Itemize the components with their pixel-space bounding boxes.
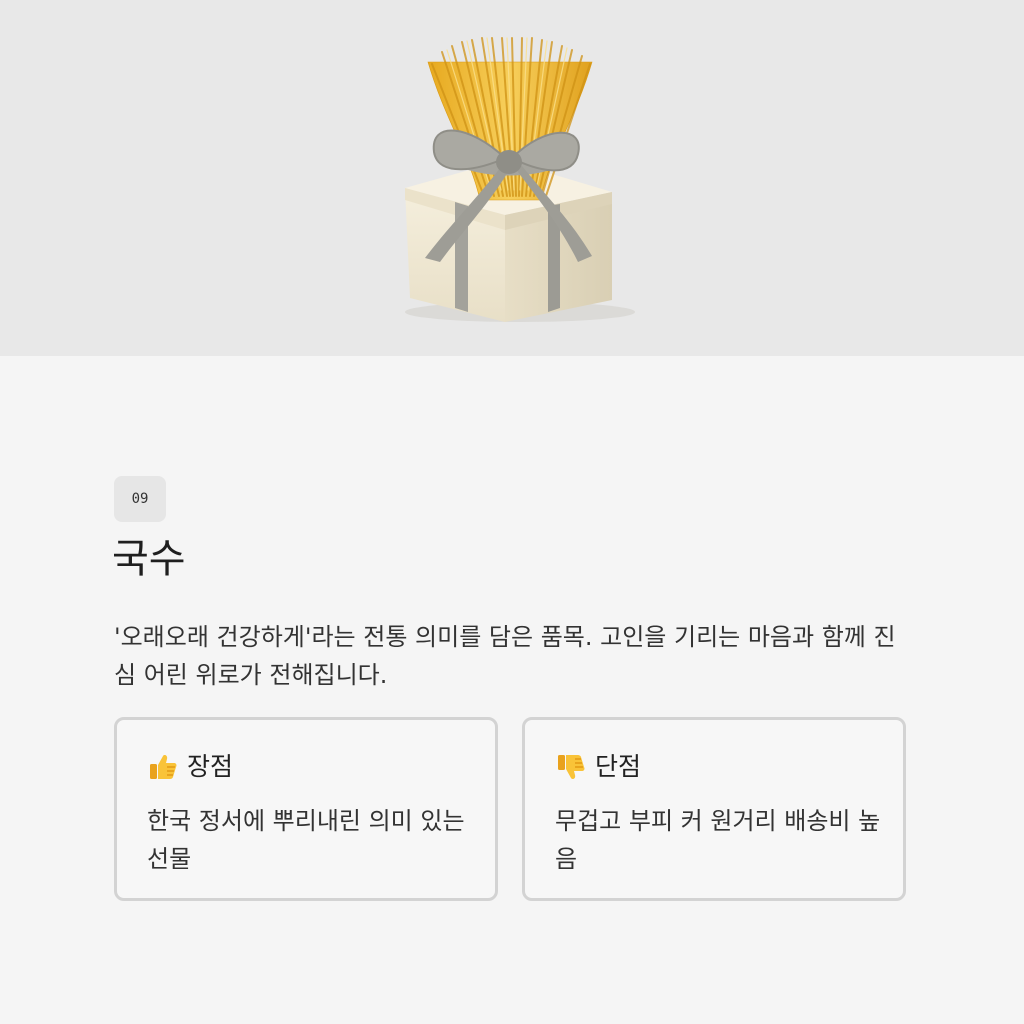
pros-card: 장점 한국 정서에 뿌리내린 의미 있는 선물 (114, 717, 498, 901)
pros-header: 장점 (147, 750, 233, 784)
cons-text: 무겁고 부피 커 원거리 배송비 높음 (555, 807, 881, 873)
content-section: 09 국수 '오래오래 건강하게'라는 전통 의미를 담은 품목. 고인을 기리… (0, 356, 1024, 1024)
item-description: '오래오래 건강하게'라는 전통 의미를 담은 품목. 고인을 기리는 마음과 … (114, 623, 896, 689)
cons-card: 단점 무겁고 부피 커 원거리 배송비 높음 (522, 717, 906, 901)
hero-banner (0, 0, 1024, 356)
item-title: 국수 (112, 536, 186, 582)
item-number-badge: 09 (114, 476, 166, 522)
cons-label: 단점 (595, 752, 642, 781)
cons-header: 단점 (555, 750, 641, 784)
thumbs-down-icon (558, 755, 585, 779)
pros-label: 장점 (187, 752, 234, 781)
noodle-gift-box-icon (405, 37, 635, 322)
pros-text: 한국 정서에 뿌리내린 의미 있는 선물 (147, 807, 465, 873)
thumbs-up-icon (150, 755, 177, 779)
